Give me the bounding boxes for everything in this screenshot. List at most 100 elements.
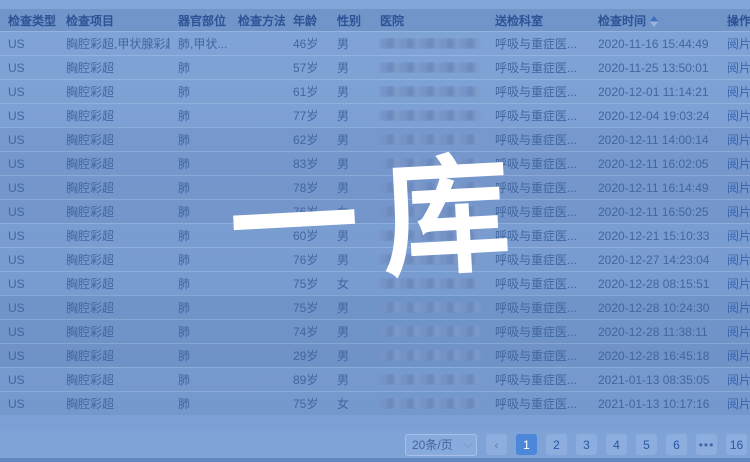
column-header-gender: 性别 bbox=[329, 12, 372, 29]
cell-time: 2020-12-21 15:10:33 bbox=[590, 229, 719, 243]
sort-caret-icon[interactable] bbox=[650, 16, 658, 27]
cell-dept: 呼吸与重症医... bbox=[487, 59, 590, 76]
view-images-link[interactable]: 阅片 bbox=[727, 205, 750, 219]
cell-time: 2020-11-25 13:50:01 bbox=[590, 61, 719, 75]
page-button[interactable]: 4 bbox=[606, 434, 627, 455]
cell-type: US bbox=[0, 301, 58, 315]
view-images-link[interactable]: 阅片 bbox=[727, 301, 750, 315]
cell-organ: 肺 bbox=[170, 299, 230, 316]
hospital-redaction-blur bbox=[380, 398, 480, 409]
view-images-link[interactable]: 阅片 bbox=[727, 349, 750, 363]
view-images-link[interactable]: 阅片 bbox=[727, 61, 750, 75]
cell-item: 胸腔彩超 bbox=[58, 299, 170, 316]
cell-hospital bbox=[372, 110, 487, 121]
column-header-organ: 器官部位 bbox=[170, 12, 230, 29]
page-button[interactable]: 3 bbox=[576, 434, 597, 455]
cell-gender: 男 bbox=[329, 107, 372, 124]
page-top-strip bbox=[0, 0, 750, 9]
cell-organ: 肺 bbox=[170, 371, 230, 388]
view-images-link[interactable]: 阅片 bbox=[727, 85, 750, 99]
table-row: US胸腔彩超肺75岁女呼吸与重症医...2020-12-28 08:15:51阅… bbox=[0, 271, 750, 295]
cell-time: 2020-12-28 16:45:18 bbox=[590, 349, 719, 363]
cell-gender: 女 bbox=[329, 275, 372, 292]
page-size-select[interactable]: 20条/页 bbox=[405, 434, 477, 456]
cell-age: 83岁 bbox=[285, 155, 329, 172]
cell-dept: 呼吸与重症医... bbox=[487, 131, 590, 148]
cell-item: 胸腔彩超 bbox=[58, 179, 170, 196]
table-row: US胸腔彩超肺78岁男呼吸与重症医...2020-12-11 16:14:49阅… bbox=[0, 175, 750, 199]
cell-hospital bbox=[372, 230, 487, 241]
cell-organ: 肺 bbox=[170, 227, 230, 244]
view-images-link[interactable]: 阅片 bbox=[727, 229, 750, 243]
cell-item: 胸腔彩超 bbox=[58, 59, 170, 76]
cell-age: 57岁 bbox=[285, 59, 329, 76]
cell-age: 89岁 bbox=[285, 371, 329, 388]
view-images-link[interactable]: 阅片 bbox=[727, 277, 750, 291]
page-button-active[interactable]: 1 bbox=[516, 434, 537, 455]
cell-action: 阅片 bbox=[719, 323, 750, 340]
table-body: US胸腔彩超,甲状腺彩超肺,甲状...46岁男呼吸与重症医...2020-11-… bbox=[0, 31, 750, 415]
more-pages-button[interactable]: ••• bbox=[696, 434, 717, 455]
cell-type: US bbox=[0, 37, 58, 51]
cell-item: 胸腔彩超 bbox=[58, 395, 170, 412]
column-header-age: 年龄 bbox=[285, 12, 329, 29]
page-button[interactable]: 16 bbox=[726, 434, 747, 455]
prev-page-button[interactable]: ‹ bbox=[486, 434, 507, 455]
view-images-link[interactable]: 阅片 bbox=[727, 325, 750, 339]
column-header-type: 检查类型 bbox=[0, 12, 58, 29]
view-images-link[interactable]: 阅片 bbox=[727, 157, 750, 171]
page-bottom-strip bbox=[0, 458, 750, 462]
cell-dept: 呼吸与重症医... bbox=[487, 323, 590, 340]
view-images-link[interactable]: 阅片 bbox=[727, 397, 750, 411]
cell-organ: 肺 bbox=[170, 395, 230, 412]
cell-action: 阅片 bbox=[719, 395, 750, 412]
cell-age: 60岁 bbox=[285, 227, 329, 244]
cell-gender: 男 bbox=[329, 299, 372, 316]
cell-type: US bbox=[0, 229, 58, 243]
column-header-label: 检查类型 bbox=[8, 14, 56, 28]
cell-dept: 呼吸与重症医... bbox=[487, 347, 590, 364]
cell-type: US bbox=[0, 109, 58, 123]
table-row: US胸腔彩超肺61岁男呼吸与重症医...2020-12-01 11:14:21阅… bbox=[0, 79, 750, 103]
cell-gender: 男 bbox=[329, 323, 372, 340]
hospital-redaction-blur bbox=[380, 86, 480, 97]
table-row: US胸腔彩超肺75岁女呼吸与重症医...2021-01-13 10:17:16阅… bbox=[0, 391, 750, 415]
cell-age: 74岁 bbox=[285, 323, 329, 340]
view-images-link[interactable]: 阅片 bbox=[727, 109, 750, 123]
cell-item: 胸腔彩超 bbox=[58, 347, 170, 364]
hospital-redaction-blur bbox=[380, 254, 480, 265]
column-header-label: 医院 bbox=[380, 14, 404, 28]
table-row: US胸腔彩超肺29岁男呼吸与重症医...2020-12-28 16:45:18阅… bbox=[0, 343, 750, 367]
view-images-link[interactable]: 阅片 bbox=[727, 133, 750, 147]
cell-hospital bbox=[372, 350, 487, 361]
view-images-link[interactable]: 阅片 bbox=[727, 37, 750, 51]
hospital-redaction-blur bbox=[380, 182, 480, 193]
cell-age: 46岁 bbox=[285, 35, 329, 52]
cell-organ: 肺,甲状... bbox=[170, 35, 230, 52]
cell-gender: 男 bbox=[329, 59, 372, 76]
column-header-label: 检查方法 bbox=[238, 14, 285, 28]
page-button[interactable]: 5 bbox=[636, 434, 657, 455]
cell-age: 77岁 bbox=[285, 107, 329, 124]
hospital-redaction-blur bbox=[380, 374, 480, 385]
view-images-link[interactable]: 阅片 bbox=[727, 181, 750, 195]
cell-organ: 肺 bbox=[170, 275, 230, 292]
cell-item: 胸腔彩超 bbox=[58, 323, 170, 340]
cell-item: 胸腔彩超 bbox=[58, 107, 170, 124]
column-header-time[interactable]: 检查时间 bbox=[590, 12, 719, 29]
cell-age: 75岁 bbox=[285, 395, 329, 412]
table-row: US胸腔彩超肺77岁男呼吸与重症医...2020-12-04 19:03:24阅… bbox=[0, 103, 750, 127]
view-images-link[interactable]: 阅片 bbox=[727, 253, 750, 267]
cell-gender: 女 bbox=[329, 203, 372, 220]
hospital-redaction-blur bbox=[380, 350, 480, 361]
page-button[interactable]: 2 bbox=[546, 434, 567, 455]
view-images-link[interactable]: 阅片 bbox=[727, 373, 750, 387]
cell-item: 胸腔彩超 bbox=[58, 371, 170, 388]
cell-type: US bbox=[0, 157, 58, 171]
page-button[interactable]: 6 bbox=[666, 434, 687, 455]
cell-action: 阅片 bbox=[719, 347, 750, 364]
hospital-redaction-blur bbox=[380, 230, 480, 241]
cell-dept: 呼吸与重症医... bbox=[487, 251, 590, 268]
cell-organ: 肺 bbox=[170, 323, 230, 340]
table-row: US胸腔彩超肺76岁男呼吸与重症医...2020-12-27 14:23:04阅… bbox=[0, 247, 750, 271]
